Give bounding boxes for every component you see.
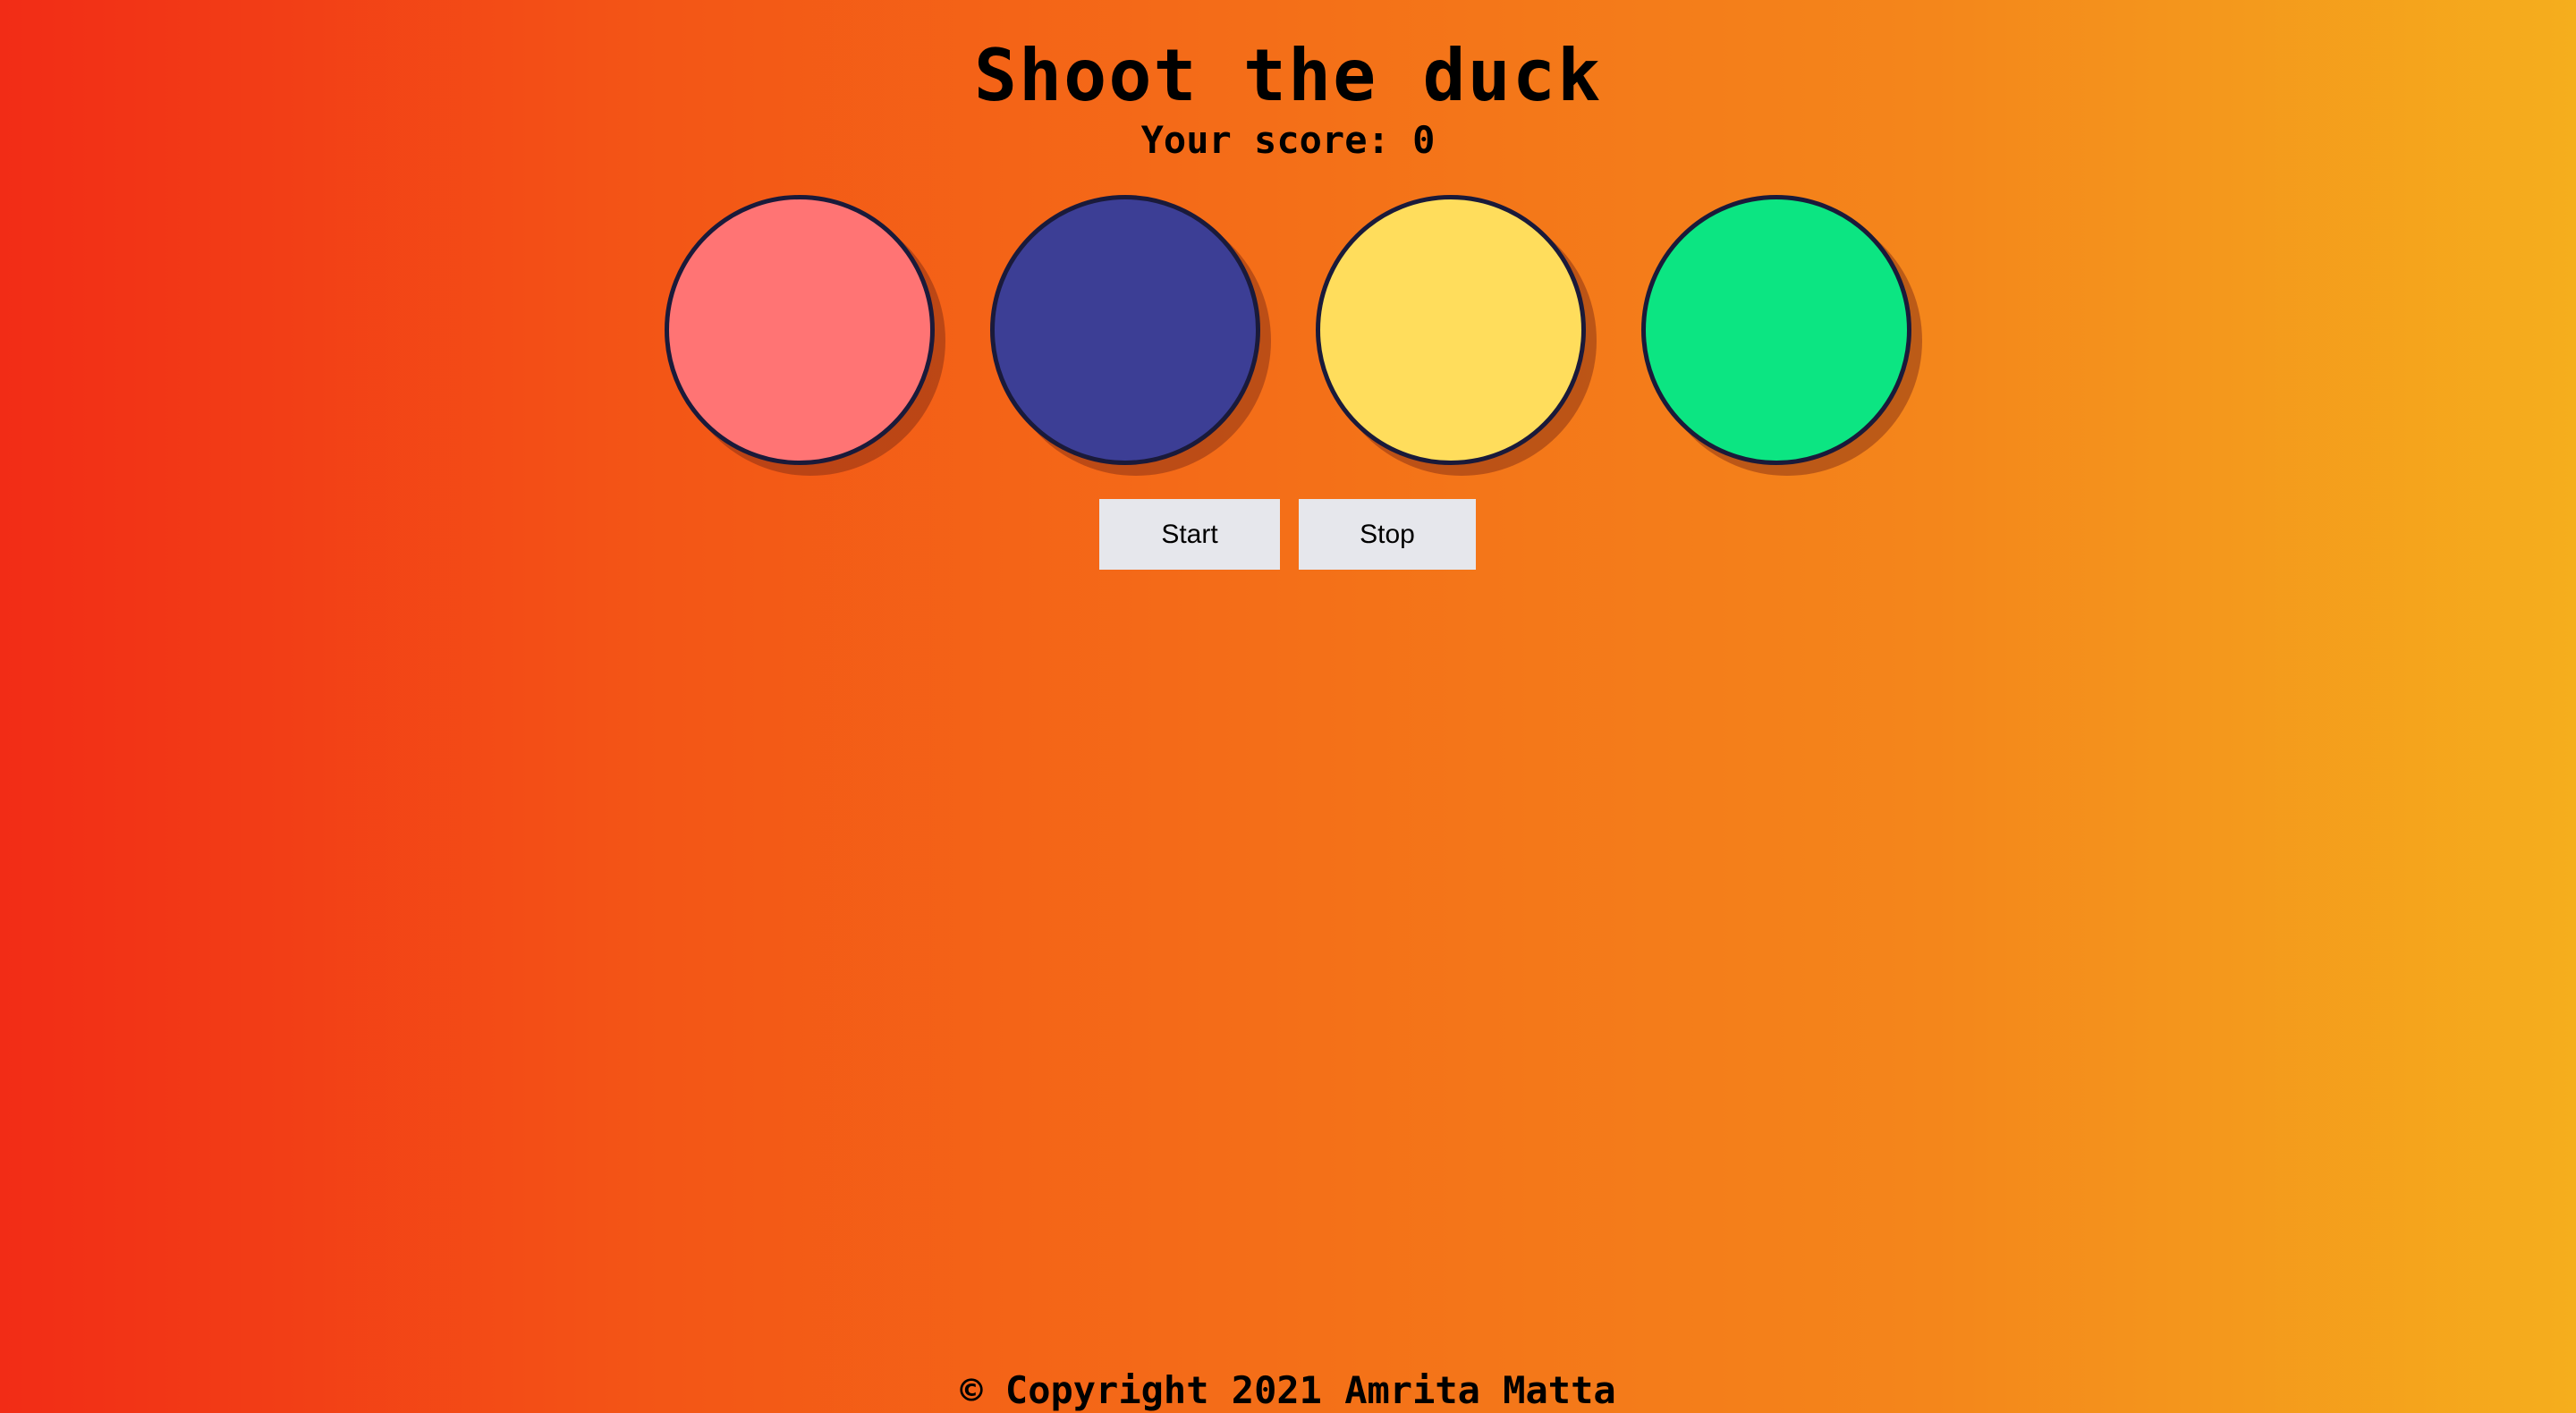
game-header: Shoot the duck Your score: 0 [0, 36, 2576, 163]
start-button[interactable]: Start [1099, 499, 1280, 570]
score-display: Your score: 0 [0, 118, 2576, 163]
target-circle-pink[interactable] [665, 195, 935, 465]
target-row [665, 195, 1912, 465]
score-label: Your score: [1140, 118, 1390, 162]
score-value: 0 [1412, 118, 1436, 162]
target-circle-yellow[interactable] [1316, 195, 1586, 465]
copyright-footer: © Copyright 2021 Amrita Matta [960, 1368, 1616, 1412]
target-circle-green[interactable] [1641, 195, 1911, 465]
target-circle-blue[interactable] [990, 195, 1260, 465]
game-title: Shoot the duck [973, 34, 1603, 117]
stop-button[interactable]: Stop [1299, 499, 1476, 570]
